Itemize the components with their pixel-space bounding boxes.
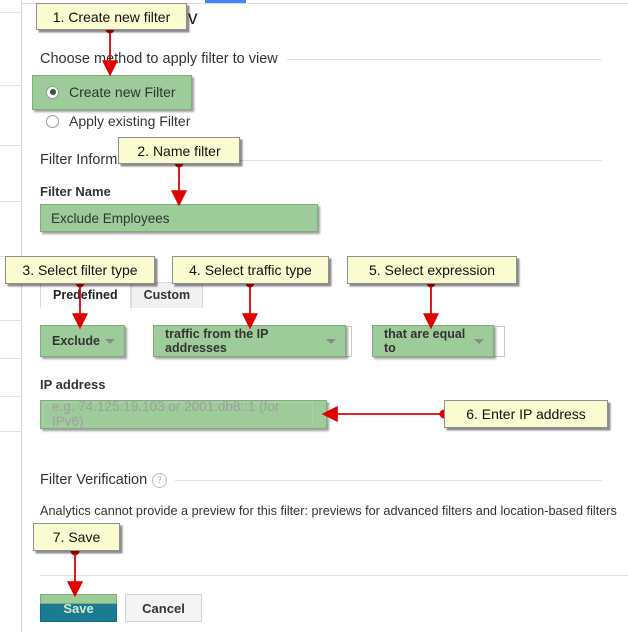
rail-divider <box>0 201 21 202</box>
tab-custom[interactable]: Custom <box>130 282 204 308</box>
footer-divider <box>40 575 628 576</box>
radio-apply-existing-filter-label: Apply existing Filter <box>69 113 191 129</box>
filter-name-input[interactable]: Exclude Employees <box>42 206 316 230</box>
chevron-down-icon[interactable] <box>326 338 336 344</box>
select-traffic-type[interactable]: traffic from the IP addresses <box>155 327 344 355</box>
select-expression-value: that are equal to <box>384 327 466 355</box>
select-filter-verb[interactable]: Exclude <box>42 327 123 355</box>
filter-settings-screen: v Choose method to apply filter to view … <box>0 0 628 632</box>
rail-divider <box>0 396 21 397</box>
chevron-down-icon[interactable] <box>474 338 484 344</box>
ip-address-placeholder: e.g. 74.125.19.103 or 2001:db8::1 (for I… <box>52 399 280 429</box>
section-rule <box>175 479 602 481</box>
filter-name-value: Exclude Employees <box>51 210 170 226</box>
highlight-save-button <box>40 594 117 604</box>
active-tab-indicator[interactable] <box>205 0 246 3</box>
left-rail <box>0 0 22 632</box>
rail-divider <box>0 431 21 432</box>
section-choose-method-label: Choose method to apply filter to view <box>40 51 278 67</box>
annotation-step-6: 6. Enter IP address <box>444 400 608 428</box>
section-filter-verification-label: Filter Verification <box>40 472 148 488</box>
rail-divider <box>0 358 21 359</box>
rail-divider <box>0 320 21 321</box>
rail-border <box>21 0 22 632</box>
ip-address-input[interactable]: e.g. 74.125.19.103 or 2001:db8::1 (for I… <box>43 399 313 429</box>
annotation-step-5: 5. Select expression <box>347 256 517 284</box>
annotation-step-3: 3. Select filter type <box>5 256 155 284</box>
section-rule <box>286 58 602 60</box>
filter-name-label: Filter Name <box>40 184 111 199</box>
annotation-step-7: 7. Save <box>33 523 120 551</box>
annotation-step-4: 4. Select traffic type <box>172 256 329 284</box>
annotation-step-1: 1. Create new filter <box>36 3 187 30</box>
radio-selected-icon[interactable] <box>46 85 59 99</box>
chevron-down-icon[interactable] <box>105 338 115 344</box>
tab-predefined[interactable]: Predefined <box>40 282 131 308</box>
rail-divider <box>0 85 21 86</box>
select-filter-verb-value: Exclude <box>52 334 100 348</box>
radio-create-new-filter-label: Create new Filter <box>69 84 176 100</box>
filter-type-tabs: Predefined Custom <box>40 282 204 308</box>
radio-create-new-filter[interactable]: Create new Filter <box>46 84 176 100</box>
help-icon[interactable]: ? <box>152 472 168 488</box>
select-expression[interactable]: that are equal to <box>374 327 492 355</box>
radio-apply-existing-filter[interactable]: Apply existing Filter <box>46 113 190 129</box>
section-choose-method: Choose method to apply filter to view <box>40 51 602 67</box>
annotation-step-2: 2. Name filter <box>118 137 240 164</box>
select-traffic-type-value: traffic from the IP addresses <box>165 327 269 355</box>
section-filter-verification: Filter Verification ? <box>40 472 602 488</box>
verification-message: Analytics cannot provide a preview for t… <box>40 504 617 518</box>
rail-divider <box>0 12 21 13</box>
radio-unselected-icon[interactable] <box>46 114 59 128</box>
page-title-fragment: v <box>188 8 198 29</box>
cancel-button[interactable]: Cancel <box>125 594 202 622</box>
ip-address-label: IP address <box>40 377 106 392</box>
rail-divider <box>0 145 21 146</box>
